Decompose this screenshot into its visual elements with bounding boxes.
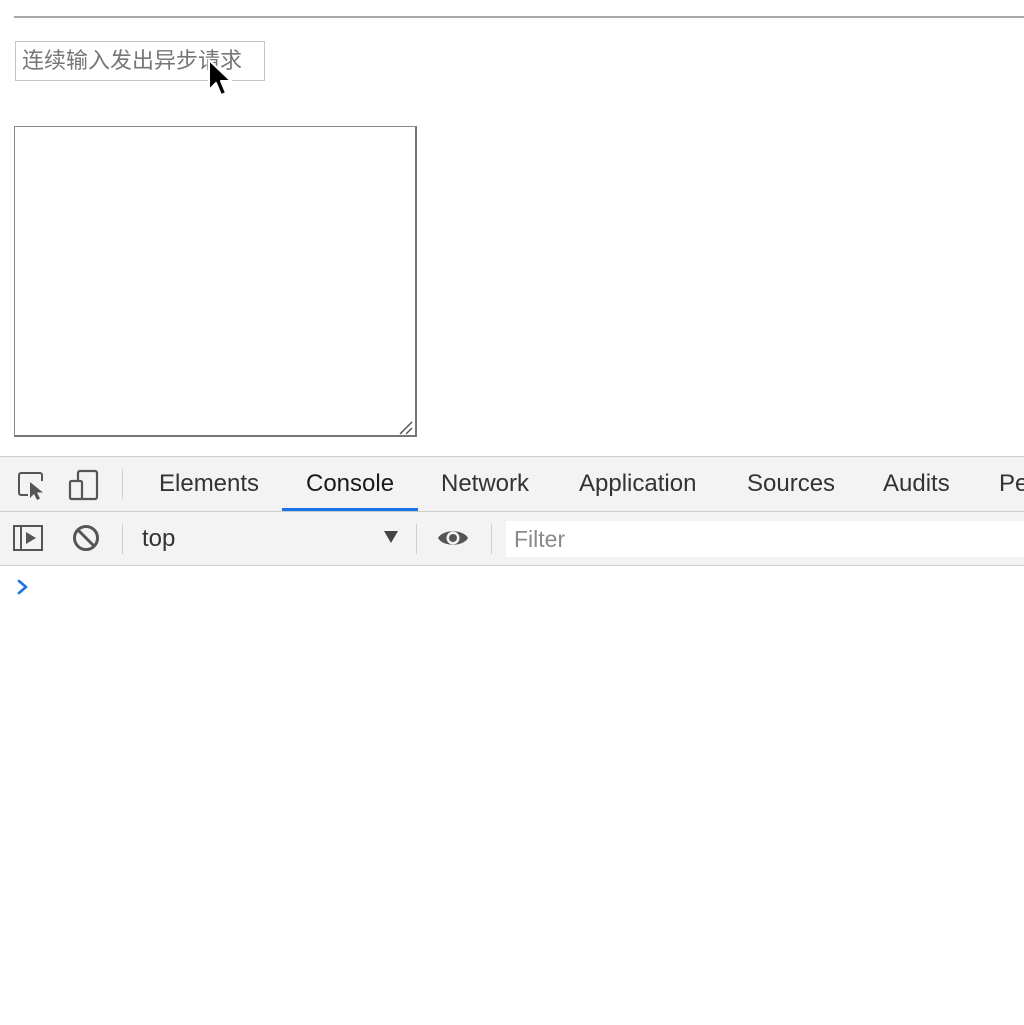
tab-elements[interactable]: Elements — [135, 457, 283, 511]
console-prompt-icon — [17, 579, 28, 595]
tab-pe[interactable]: Pe — [975, 457, 1024, 511]
device-toggle-icon[interactable] — [68, 469, 100, 501]
sidebar-toggle-icon[interactable] — [12, 522, 44, 554]
context-selector-label: top — [142, 525, 176, 552]
console-filter-input[interactable] — [506, 521, 1024, 557]
tab-sources[interactable]: Sources — [723, 457, 859, 511]
clear-console-icon[interactable] — [70, 522, 102, 554]
tab-network[interactable]: Network — [417, 457, 553, 511]
async-request-input[interactable] — [15, 41, 265, 81]
devtools-panel: Elements Console Network Application Sources… — [0, 456, 1024, 1025]
tab-audits[interactable]: Audits — [859, 457, 974, 511]
tab-application[interactable]: Application — [555, 457, 720, 511]
context-selector[interactable]: top — [130, 512, 410, 565]
horizontal-rule — [14, 16, 1024, 18]
inspect-element-icon[interactable] — [16, 469, 48, 501]
console-output[interactable] — [0, 566, 1024, 1025]
tab-console[interactable]: Console — [282, 457, 419, 511]
toolbar-divider — [491, 524, 492, 554]
web-page — [0, 0, 1024, 456]
dropdown-arrow-icon — [384, 531, 398, 543]
output-textarea[interactable] — [14, 126, 417, 437]
toolbar-divider — [122, 524, 123, 554]
live-expression-icon[interactable] — [437, 522, 469, 554]
toolbar-divider — [122, 469, 123, 499]
console-toolbar: top — [0, 512, 1024, 566]
devtools-tabbar: Elements Console Network Application Sources… — [0, 457, 1024, 512]
toolbar-divider — [416, 524, 417, 554]
